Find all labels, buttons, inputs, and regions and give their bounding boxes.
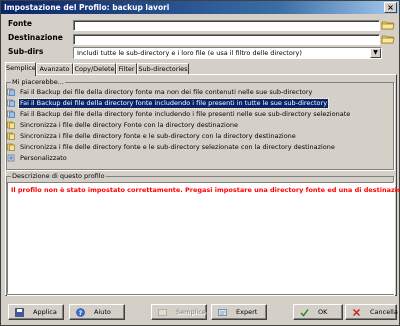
applica-button[interactable]: Applica (8, 304, 64, 320)
save-icon (15, 308, 24, 317)
close-button[interactable]: × (384, 2, 397, 13)
options-list: Fai il Backup dei file della directory f… (6, 83, 390, 168)
error-message: Il profilo non è stato impostato corrett… (11, 186, 400, 194)
title-bar[interactable]: Impostazione del Profilo: backup lavori … (1, 1, 399, 14)
cancel-icon (353, 309, 360, 316)
ok-button[interactable]: OK (293, 304, 343, 320)
aiuto-button[interactable]: ? Aiuto (69, 304, 125, 320)
sync-icon (7, 121, 15, 129)
check-icon (300, 309, 309, 317)
destinazione-label: Destinazione (8, 33, 63, 42)
svg-text:?: ? (79, 310, 83, 317)
simple-mode-icon (158, 309, 167, 316)
subdirs-select[interactable]: Includi tutte le sub-directory e i loro … (73, 47, 382, 59)
browse-destinazione-button[interactable] (381, 33, 395, 45)
help-icon: ? (76, 308, 85, 317)
chevron-down-icon[interactable]: ▼ (370, 48, 381, 58)
browse-fonte-button[interactable] (381, 19, 395, 31)
backup-icon (7, 110, 15, 118)
option-item[interactable]: Sincronizza i file delle directory fonte… (6, 143, 390, 152)
expert-mode-icon (218, 309, 227, 316)
option-item[interactable]: Sincronizza i file delle directory Fonte… (6, 121, 390, 130)
description-caption: Descrizione di questo profilo (11, 172, 106, 180)
description-box: Il profilo non è stato impostato corrett… (7, 182, 400, 294)
folder-icon (381, 35, 395, 44)
semplice-button[interactable]: Semplice (151, 304, 207, 320)
subdirs-label: Sub-dirs (8, 47, 44, 56)
fonte-label: Fonte (8, 19, 32, 28)
option-item[interactable]: Fai il Backup dei file della directory f… (6, 88, 390, 97)
window-title: Impostazione del Profilo: backup lavori (4, 3, 170, 12)
fonte-field[interactable] (73, 20, 380, 31)
custom-icon (7, 154, 15, 162)
destinazione-field[interactable] (73, 34, 380, 45)
cancella-button[interactable]: Cancella (345, 304, 398, 320)
sync-icon (7, 143, 15, 151)
tab-semplice[interactable]: Semplice (5, 62, 36, 76)
option-item[interactable]: Fai il Backup dei file della directory f… (6, 110, 390, 119)
option-item[interactable]: Personalizzato (6, 154, 390, 163)
backup-icon (7, 88, 15, 96)
option-item[interactable]: Fai il Backup dei file della directory f… (6, 98, 390, 109)
option-item[interactable]: Sincronizza i file delle directory fonte… (6, 132, 390, 141)
folder-icon (381, 21, 395, 30)
expert-button[interactable]: Expert (211, 304, 267, 320)
sync-icon (7, 132, 15, 140)
backup-icon (7, 99, 15, 107)
profile-settings-window: Impostazione del Profilo: backup lavori … (0, 0, 400, 326)
